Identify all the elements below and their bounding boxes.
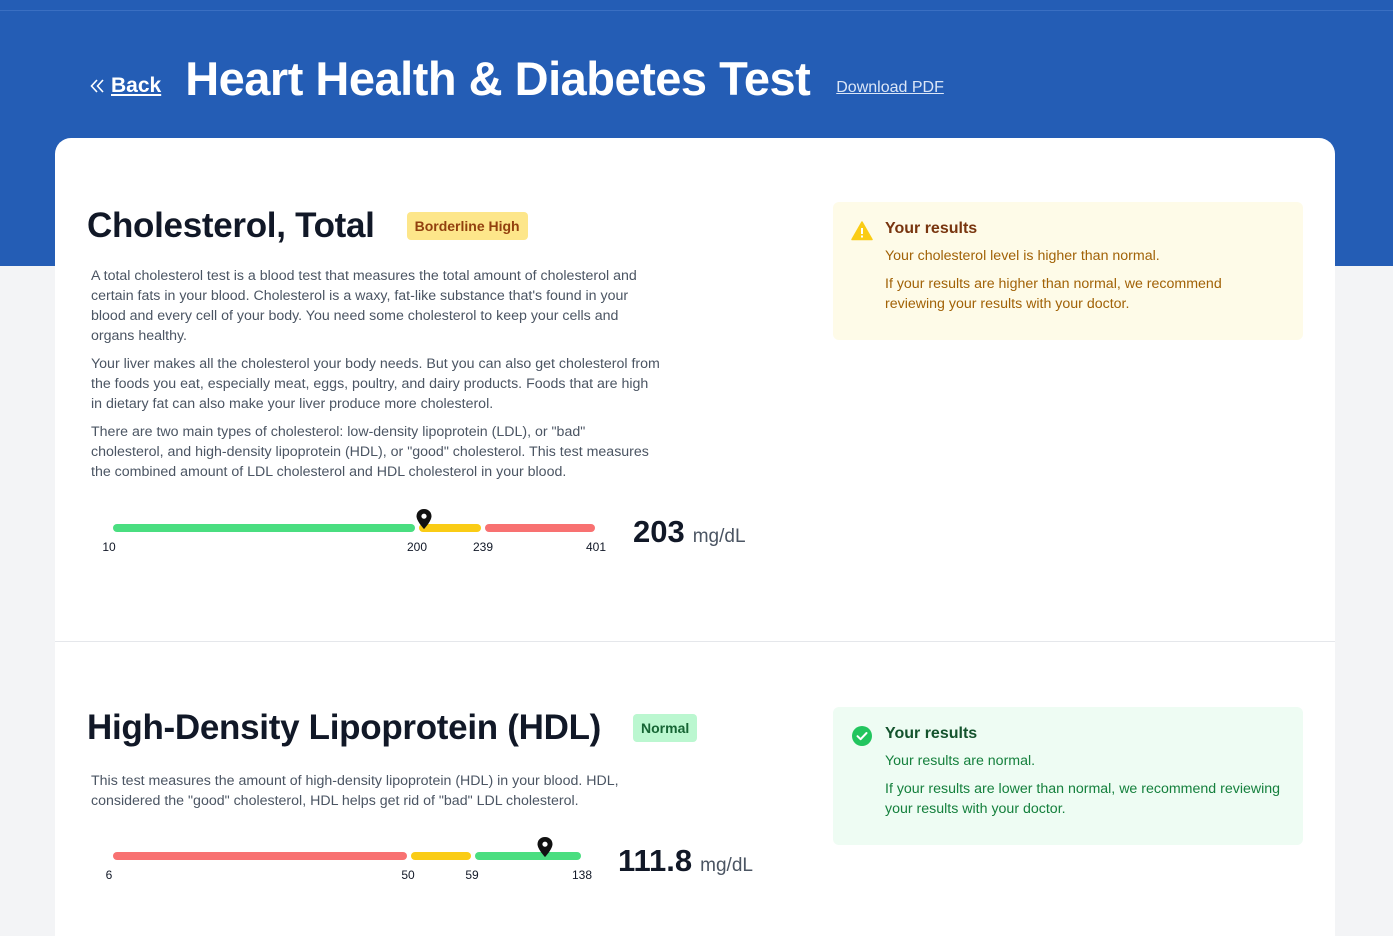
gauge-tick: 401 <box>585 540 607 554</box>
back-label: Back <box>111 74 162 97</box>
gauge-tick: 10 <box>102 540 116 554</box>
alert-title: Your results <box>885 220 978 237</box>
gauge-tick: 6 <box>105 868 113 882</box>
double-chevron-left-icon <box>90 79 105 93</box>
description-paragraph: This test measures the amount of high-de… <box>91 773 619 809</box>
result-number: 203 <box>633 514 685 549</box>
result-value: 203 mg/dL <box>633 514 746 550</box>
test-description: A total cholesterol test is a blood test… <box>91 266 661 490</box>
gauge-tick: 138 <box>571 868 593 882</box>
test-heading: Cholesterol, Total Borderline High <box>87 206 528 246</box>
check-circle-icon <box>852 726 872 746</box>
alert-title: Your results <box>885 725 978 742</box>
back-button[interactable]: Back <box>90 74 161 98</box>
gauge-tick: 50 <box>401 868 415 882</box>
description-paragraph: A total cholesterol test is a blood test… <box>91 268 637 344</box>
result-unit: mg/dL <box>692 526 746 547</box>
gauge-segment-low <box>113 852 407 860</box>
gauge-segment-normal <box>113 524 415 532</box>
status-badge: Borderline High <box>406 212 528 240</box>
alert-recommendation: If your results are lower than normal, w… <box>885 781 1281 817</box>
banner-divider <box>0 10 1393 11</box>
page-title: Heart Health & Diabetes Test <box>185 51 811 105</box>
gauge-tick: 200 <box>406 540 428 554</box>
test-heading: High-Density Lipoprotein (HDL) Normal <box>87 708 698 748</box>
test-section-hdl: High-Density Lipoprotein (HDL) Normal Th… <box>55 643 1335 936</box>
download-pdf-link[interactable]: Download PDF <box>836 79 944 97</box>
test-description: This test measures the amount of high-de… <box>91 771 661 819</box>
warning-triangle-icon <box>851 221 873 241</box>
gauge-segment-normal <box>475 852 581 860</box>
map-pin-icon <box>416 509 432 529</box>
range-gauge: 6 50 59 138 <box>91 836 611 886</box>
test-section-cholesterol: Cholesterol, Total Borderline High A tot… <box>55 138 1335 642</box>
description-paragraph: Your liver makes all the cholesterol you… <box>91 356 660 412</box>
result-unit: mg/dL <box>700 855 753 876</box>
alert-message: Your cholesterol level is higher than no… <box>885 248 1160 264</box>
gauge-tick: 59 <box>465 868 479 882</box>
map-pin-icon <box>537 837 553 857</box>
results-card: Cholesterol, Total Borderline High A tot… <box>55 138 1335 936</box>
result-number: 111.8 <box>618 843 693 878</box>
page-header: Back Heart Health & Diabetes Test Downlo… <box>90 48 944 108</box>
alert-message: Your results are normal. <box>885 753 1036 769</box>
test-title: Cholesterol, Total <box>87 206 375 245</box>
test-title: High-Density Lipoprotein (HDL) <box>87 708 602 747</box>
alert-recommendation: If your results are higher than normal, … <box>885 276 1222 312</box>
status-badge: Normal <box>633 714 698 742</box>
results-alert-normal: Your results Your results are normal. If… <box>833 707 1303 845</box>
description-paragraph: There are two main types of cholesterol:… <box>91 424 649 480</box>
results-alert-warning: Your results Your cholesterol level is h… <box>833 202 1303 340</box>
range-gauge: 10 200 239 401 <box>91 508 611 558</box>
gauge-tick: 239 <box>472 540 494 554</box>
result-value: 111.8 mg/dL <box>618 843 753 879</box>
gauge-segment-high <box>485 524 595 532</box>
gauge-segment-borderline <box>411 852 471 860</box>
